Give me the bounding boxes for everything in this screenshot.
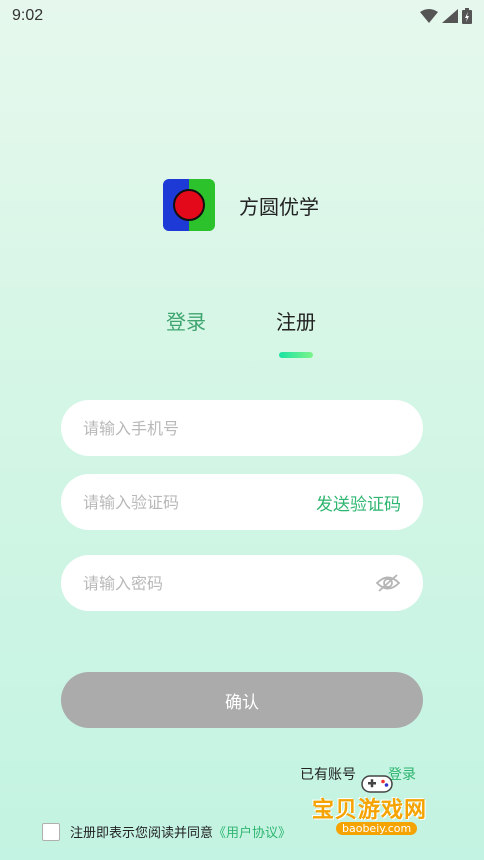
- auth-tabs: 登录 注册: [0, 306, 484, 366]
- password-field: [61, 555, 423, 611]
- agreement-row: 注册即表示您阅读并同意 《用户协议》: [42, 822, 291, 841]
- status-icons: [420, 8, 472, 24]
- watermark: 宝贝游戏网 baobeiy.com: [308, 770, 458, 850]
- tab-register[interactable]: 注册: [276, 306, 316, 335]
- password-input[interactable]: [83, 573, 283, 593]
- tab-active-indicator: [279, 352, 313, 358]
- phone-input[interactable]: [83, 418, 283, 438]
- app-name: 方圆优学: [239, 194, 319, 219]
- tab-login[interactable]: 登录: [166, 306, 206, 335]
- agreement-text: 注册即表示您阅读并同意: [70, 826, 214, 841]
- gamepad-icon: [361, 775, 393, 793]
- wifi-icon: [420, 9, 438, 23]
- status-time: 9:02: [12, 7, 44, 24]
- battery-icon: [462, 8, 472, 24]
- verification-code-input[interactable]: [83, 492, 283, 512]
- watermark-title: 宝贝游戏网: [312, 798, 428, 823]
- eye-off-icon[interactable]: [375, 573, 401, 593]
- send-code-button[interactable]: 发送验证码: [316, 490, 401, 515]
- confirm-button[interactable]: 确认: [61, 672, 423, 728]
- code-field: 发送验证码: [61, 474, 423, 530]
- watermark-url: baobeiy.com: [336, 822, 418, 835]
- brand: 方圆优学: [163, 179, 319, 231]
- user-agreement-link[interactable]: 《用户协议》: [213, 822, 291, 841]
- phone-field: [61, 400, 423, 456]
- signal-icon: [442, 9, 458, 23]
- status-bar: 9:02: [0, 0, 484, 32]
- app-logo: [163, 179, 215, 231]
- agreement-checkbox[interactable]: [42, 822, 60, 841]
